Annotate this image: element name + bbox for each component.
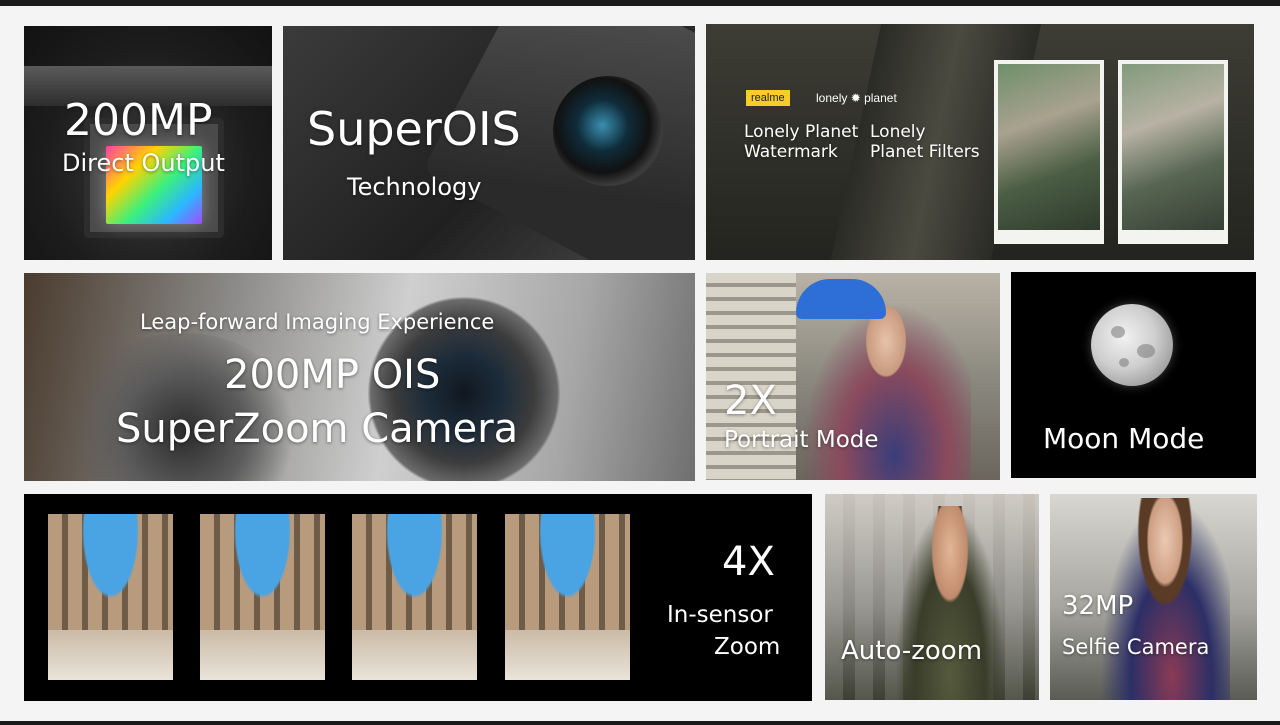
tile-4x-insensor-zoom: 4X In-sensor Zoom	[24, 494, 812, 701]
sensor-subtitle: Direct Output	[62, 149, 225, 177]
courtyard-photo-3x	[352, 514, 477, 680]
bottom-frame-bar	[0, 721, 1280, 725]
lonely-planet-logo: lonely ✹ planet	[816, 91, 897, 105]
blue-cap-image	[796, 279, 886, 319]
tile-200mp-direct-output: 200MP Direct Output	[24, 26, 272, 260]
lonely-watermark-label-line1: Lonely Planet	[744, 122, 859, 142]
sensor-title: 200MP	[64, 95, 213, 146]
tile-32mp-selfie: 32MP Selfie Camera	[1050, 494, 1257, 700]
tile-superois: SuperOIS Technology	[283, 26, 695, 260]
courtyard-photo-4x	[505, 514, 630, 680]
portrait-subtitle: Portrait Mode	[724, 427, 879, 453]
filter-photo-card	[1118, 60, 1228, 244]
tile-auto-zoom: Auto-zoom	[825, 494, 1039, 700]
ois-title: SuperOIS	[307, 102, 521, 156]
tile-200mp-ois-superzoom: Leap-forward Imaging Experience 200MP OI…	[24, 273, 695, 481]
tile-2x-portrait: 2X Portrait Mode	[706, 273, 1000, 480]
top-frame-bar	[0, 0, 1280, 6]
courtyard-photo-2x	[200, 514, 325, 680]
moon-image	[1091, 304, 1173, 386]
superzoom-title-line1: 200MP OIS	[224, 352, 441, 398]
ois-subtitle: Technology	[347, 173, 482, 201]
selfie-subtitle: Selfie Camera	[1062, 635, 1210, 659]
superzoom-tagline: Leap-forward Imaging Experience	[140, 310, 495, 334]
man-portrait-image	[895, 506, 1005, 700]
ois-lens-image	[553, 76, 663, 186]
courtyard-photo-1x	[48, 514, 173, 680]
lonely-watermark-label-line2: Watermark	[744, 142, 838, 162]
insensor-subtitle-line1: In-sensor	[667, 602, 773, 628]
moon-title: Moon Mode	[1043, 422, 1205, 455]
tile-lonely-planet: realme lonely ✹ planet Lonely Planet Wat…	[706, 24, 1254, 260]
lonely-filters-label-line2: Planet Filters	[870, 142, 980, 162]
superzoom-title-line2: SuperZoom Camera	[116, 406, 519, 452]
insensor-title: 4X	[722, 539, 775, 585]
watermark-photo-card	[994, 60, 1104, 244]
insensor-subtitle-line2: Zoom	[714, 634, 781, 660]
realme-logo: realme	[746, 90, 790, 106]
selfie-title: 32MP	[1062, 591, 1134, 621]
lonely-filters-label-line1: Lonely	[870, 122, 926, 142]
tile-moon-mode: Moon Mode	[1011, 272, 1256, 478]
portrait-title: 2X	[724, 378, 777, 424]
autozoom-title: Auto-zoom	[841, 636, 983, 666]
